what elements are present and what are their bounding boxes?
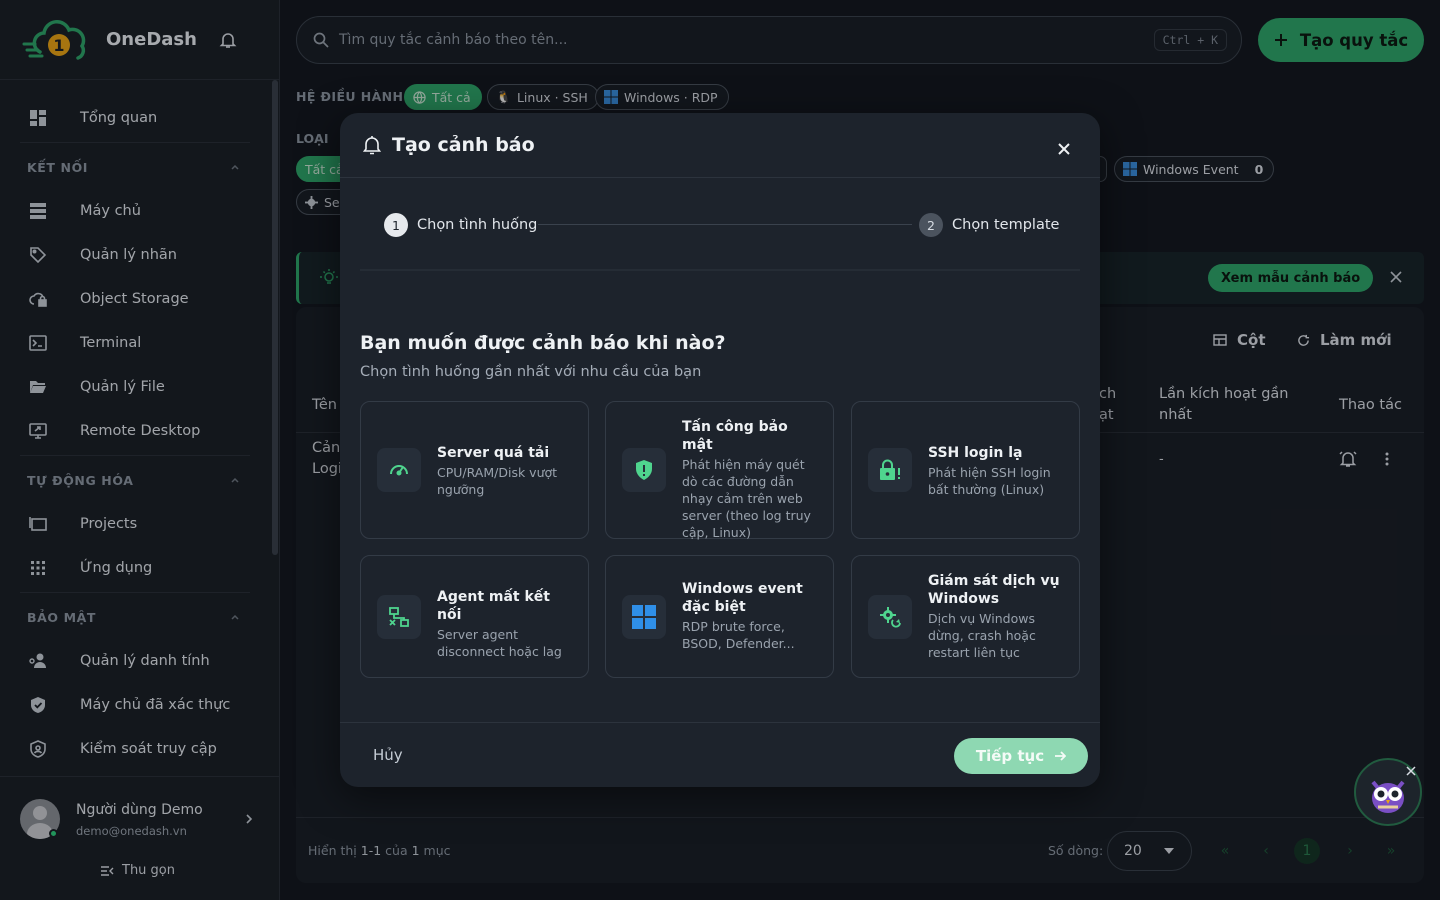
card-title: SSH login lạ — [928, 445, 1023, 461]
scenario-card-ssh-login[interactable]: SSH login lạ Phát hiện SSH login bất thư… — [851, 401, 1080, 539]
card-text: Giám sát dịch vụ Windows Dịch vụ Windows… — [928, 572, 1067, 661]
modal-footer: Hủy Tiếp tục — [340, 722, 1100, 787]
shield-alert-icon — [622, 448, 666, 492]
cancel-button[interactable]: Hủy — [373, 746, 403, 764]
step-1: 1 Chọn tình huống — [384, 213, 537, 237]
modal-header: Tạo cảnh báo — [340, 113, 1100, 178]
card-description: Server agent disconnect hoặc lag — [437, 627, 562, 659]
cog-sync-icon — [868, 595, 912, 639]
step-number: 1 — [384, 213, 408, 237]
card-text: Agent mất kết nối Server agent disconnec… — [437, 588, 576, 660]
card-description: Phát hiện SSH login bất thường (Linux) — [928, 465, 1051, 497]
scenario-card-security-attack[interactable]: Tấn công bảo mật Phát hiện máy quét dò c… — [605, 401, 834, 541]
card-description: Phát hiện máy quét dò các đường dẫn nhạy… — [682, 457, 811, 540]
step-number: 2 — [919, 213, 943, 237]
scenario-card-agent-disconnect[interactable]: Agent mất kết nối Server agent disconnec… — [360, 555, 589, 678]
card-title: Agent mất kết nối — [437, 589, 550, 623]
scenario-card-windows-event[interactable]: Windows event đặc biệt RDP brute force, … — [605, 555, 834, 678]
close-icon[interactable] — [1406, 766, 1416, 776]
close-icon[interactable] — [1056, 141, 1072, 157]
scenario-card-windows-service[interactable]: Giám sát dịch vụ Windows Dịch vụ Windows… — [851, 555, 1080, 678]
modal-title: Tạo cảnh báo — [392, 134, 535, 156]
next-button[interactable]: Tiếp tục — [954, 738, 1088, 774]
card-title: Server quá tải — [437, 445, 550, 461]
next-label: Tiếp tục — [975, 747, 1045, 765]
card-text: Windows event đặc biệt RDP brute force, … — [682, 580, 821, 652]
network-off-icon — [377, 595, 421, 639]
card-text: Server quá tải CPU/RAM/Disk vượt ngưỡng — [437, 444, 576, 498]
assistant-bubble[interactable] — [1354, 758, 1422, 826]
step-label: Chọn tình huống — [417, 217, 538, 233]
card-description: Dịch vụ Windows dừng, crash hoặc restart… — [928, 611, 1036, 660]
card-description: CPU/RAM/Disk vượt ngưỡng — [437, 465, 558, 497]
step-2: 2 Chọn template — [919, 213, 1059, 237]
stepper-connector — [538, 224, 912, 225]
create-alert-modal: Tạo cảnh báo 1 Chọn tình huống 2 Chọn te… — [340, 113, 1100, 787]
card-title: Giám sát dịch vụ Windows — [928, 573, 1060, 607]
stepper: 1 Chọn tình huống 2 Chọn template — [360, 213, 1080, 257]
question-title: Bạn muốn được cảnh báo khi nào? — [360, 332, 726, 354]
lock-alert-icon — [868, 448, 912, 492]
card-description: RDP brute force, BSOD, Defender... — [682, 619, 795, 651]
gauge-icon — [377, 448, 421, 492]
card-text: Tấn công bảo mật Phát hiện máy quét dò c… — [682, 418, 821, 541]
arrow-right-icon — [1055, 751, 1067, 761]
step-label: Chọn template — [952, 217, 1060, 233]
stepper-divider — [360, 269, 1080, 271]
card-text: SSH login lạ Phát hiện SSH login bất thư… — [928, 444, 1067, 498]
bell-plus-icon — [362, 136, 382, 155]
card-title: Windows event đặc biệt — [682, 581, 803, 615]
scenario-card-server-overload[interactable]: Server quá tải CPU/RAM/Disk vượt ngưỡng — [360, 401, 589, 539]
card-title: Tấn công bảo mật — [682, 419, 788, 453]
question-subtitle: Chọn tình huống gần nhất với nhu cầu của… — [360, 364, 702, 380]
windows-icon — [622, 595, 666, 639]
